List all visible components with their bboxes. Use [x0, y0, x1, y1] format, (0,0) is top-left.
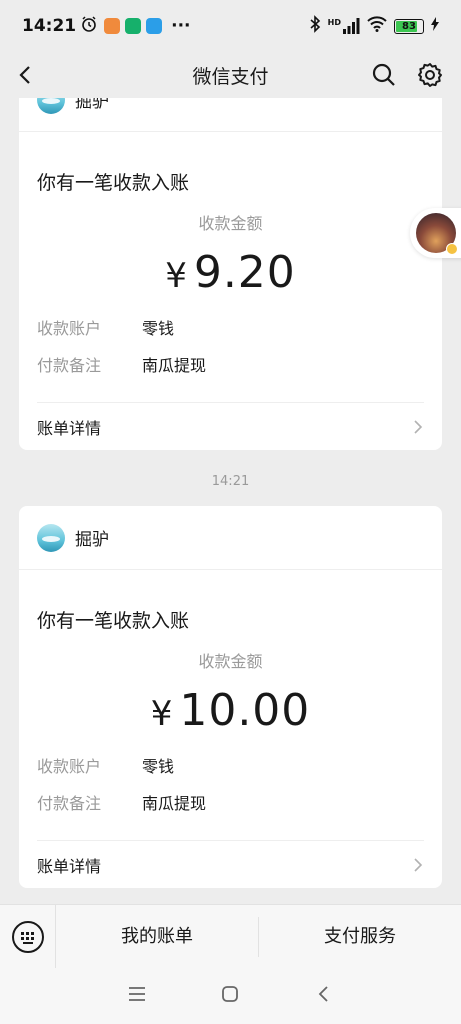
floating-avatar: [416, 213, 458, 255]
system-back-button[interactable]: [313, 983, 335, 1009]
signal-icon: HD: [328, 18, 360, 34]
gear-icon: [418, 63, 442, 87]
search-button[interactable]: [369, 60, 399, 90]
bill-detail-link[interactable]: 账单详情: [37, 840, 424, 888]
bluetooth-icon: [309, 15, 321, 37]
info-key: 付款备注: [37, 355, 102, 375]
my-bills-menu[interactable]: 我的账单: [56, 917, 258, 957]
shield-notification-icon: [125, 18, 142, 34]
card-headline: 你有一笔收款入账: [37, 172, 190, 194]
info-row: 收款账户 零钱: [37, 308, 424, 345]
payment-card[interactable]: 掘驴 你有一笔收款入账 收款金额 ¥10.00 收款账户 零钱 付款备注 南瓜提…: [19, 506, 442, 888]
recent-apps-button[interactable]: [126, 983, 148, 1009]
payment-services-menu[interactable]: 支付服务: [258, 916, 461, 957]
play-badge-icon: [446, 243, 458, 255]
back-button[interactable]: [12, 60, 42, 90]
home-button[interactable]: [219, 983, 241, 1009]
back-triangle-icon: [318, 986, 328, 1002]
nav-bar: 微信支付: [0, 52, 461, 98]
settings-button[interactable]: [415, 60, 445, 90]
amount-label: 收款金额: [198, 652, 263, 671]
status-time: 14:21: [22, 16, 77, 36]
info-key: 付款备注: [37, 793, 102, 813]
system-nav-bar: [0, 968, 461, 1024]
amount-value: ¥9.20: [37, 238, 424, 308]
bill-detail-link[interactable]: 账单详情: [37, 402, 424, 450]
bottom-menu: 我的账单 支付服务: [0, 904, 461, 969]
info-key: 收款账户: [37, 318, 102, 338]
charging-icon: [431, 17, 439, 35]
bill-detail-label: 账单详情: [37, 418, 102, 438]
bill-detail-label: 账单详情: [37, 856, 102, 876]
more-notifications-icon: ···: [171, 16, 191, 36]
battery-percent: 83: [402, 20, 416, 32]
currency-symbol: ¥: [150, 694, 174, 734]
search-icon: [372, 63, 395, 86]
info-row: 付款备注 南瓜提现: [37, 783, 424, 820]
back-arrow-icon: [19, 66, 30, 84]
amount-value: ¥10.00: [37, 676, 424, 746]
info-value: 零钱: [142, 756, 175, 776]
status-bar: 14:21 ··· HD 83: [0, 0, 461, 52]
merchant-name: 掘驴: [75, 530, 109, 550]
info-value: 南瓜提现: [142, 355, 207, 375]
info-row: 收款账户 零钱: [37, 746, 424, 783]
network-label: HD: [327, 18, 341, 27]
card-header[interactable]: 掘驴: [19, 98, 442, 132]
amount-label: 收款金额: [198, 214, 263, 233]
info-row: 付款备注 南瓜提现: [37, 345, 424, 382]
page-title: 微信支付: [192, 65, 269, 88]
keyboard-toggle-button[interactable]: [0, 904, 56, 969]
app-notification-icon: [146, 18, 163, 34]
amount-number: 10.00: [179, 685, 311, 736]
info-value: 南瓜提现: [142, 793, 207, 813]
currency-symbol: ¥: [165, 256, 188, 296]
merchant-avatar: [37, 98, 65, 114]
card-headline: 你有一笔收款入账: [37, 610, 190, 632]
chevron-right-icon: [414, 419, 423, 434]
battery-icon: 83: [394, 18, 424, 34]
payment-card[interactable]: 掘驴 你有一笔收款入账 收款金额 ¥9.20 收款账户 零钱 付款备注 南瓜提现…: [19, 98, 442, 450]
message-timestamp: 14:21: [211, 474, 250, 489]
keyboard-icon: [11, 920, 44, 953]
floating-window-bubble[interactable]: [410, 208, 461, 258]
app-notification-icon: [104, 18, 121, 34]
merchant-avatar: [37, 523, 65, 552]
alarm-icon: [80, 15, 98, 38]
home-square-icon: [222, 986, 239, 1002]
wifi-icon: [367, 16, 387, 36]
message-list[interactable]: 掘驴 你有一笔收款入账 收款金额 ¥9.20 收款账户 零钱 付款备注 南瓜提现…: [0, 98, 461, 904]
merchant-name: 掘驴: [75, 98, 109, 112]
card-header[interactable]: 掘驴: [19, 506, 442, 570]
info-key: 收款账户: [37, 756, 102, 776]
chevron-right-icon: [414, 857, 423, 872]
amount-number: 9.20: [193, 247, 296, 298]
menu-icon: [128, 987, 145, 1001]
info-value: 零钱: [142, 318, 175, 338]
